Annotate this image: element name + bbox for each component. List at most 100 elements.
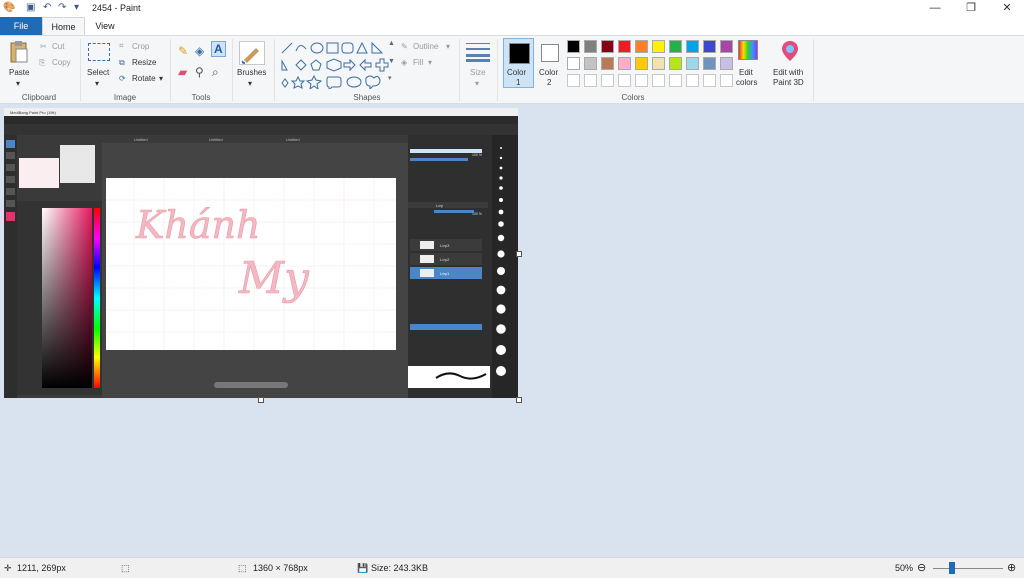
palette-swatch-empty[interactable] (567, 74, 580, 87)
brushes-dropdown-icon[interactable]: ▾ (248, 79, 252, 88)
palette-swatch[interactable] (703, 40, 716, 53)
size-button[interactable]: Size (470, 68, 486, 77)
palette-swatch[interactable] (635, 57, 648, 70)
fill-button[interactable]: Fill (413, 58, 423, 67)
outline-dropdown-icon[interactable]: ▾ (446, 42, 450, 51)
paste-icon[interactable] (9, 40, 29, 64)
palette-swatch[interactable] (652, 57, 665, 70)
customize-quick-access-icon[interactable]: ▾ (74, 2, 79, 14)
rotate-dropdown-icon[interactable]: ▾ (159, 74, 163, 83)
select-dropdown-icon[interactable]: ▾ (95, 79, 99, 88)
fill-bucket-icon[interactable]: ◈ (195, 44, 204, 58)
select-button[interactable]: Select (87, 68, 109, 77)
palette-swatch-empty[interactable] (686, 74, 699, 87)
palette-swatch[interactable] (669, 57, 682, 70)
palette-swatch[interactable] (567, 57, 580, 70)
palette-swatch-empty[interactable] (584, 74, 597, 87)
magnifier-icon[interactable]: ⌕ (212, 65, 219, 80)
minimize-button[interactable]: — (918, 0, 952, 17)
palette-swatch-empty[interactable] (720, 74, 733, 87)
palette-swatch[interactable] (669, 40, 682, 53)
maximize-button[interactable]: ❐ (954, 0, 988, 17)
palette-swatch[interactable] (686, 57, 699, 70)
tab-view[interactable]: View (85, 17, 125, 35)
save-icon[interactable]: ▣ (26, 2, 35, 14)
doc-tab-2: Untitled (209, 137, 223, 142)
zoom-slider[interactable] (933, 568, 1003, 569)
outline-icon[interactable]: ✎ (401, 42, 408, 51)
palette-swatch[interactable] (652, 40, 665, 53)
paint3d-icon[interactable] (780, 40, 800, 62)
zoom-in-button[interactable]: ⊕ (1007, 561, 1016, 574)
fill-icon[interactable]: ◈ (401, 58, 407, 67)
image-dimensions: 1360 × 768px (253, 563, 308, 573)
edit-colors-icon[interactable] (738, 40, 758, 60)
palette-swatch-empty[interactable] (601, 74, 614, 87)
resize-icon[interactable]: ⧉ (119, 58, 125, 68)
palette-swatch[interactable] (720, 57, 733, 70)
brushes-icon[interactable] (239, 41, 265, 65)
palette-swatch[interactable] (601, 40, 614, 53)
palette-swatch[interactable] (635, 40, 648, 53)
fill-dropdown-icon[interactable]: ▾ (428, 58, 432, 67)
palette-swatch[interactable] (584, 57, 597, 70)
text-icon[interactable]: A (211, 41, 226, 57)
edit-colors-button[interactable]: Edit (739, 68, 753, 77)
palette-swatch-empty[interactable] (669, 74, 682, 87)
palette-swatch[interactable] (703, 57, 716, 70)
rotate-icon[interactable]: ⟳ (119, 74, 126, 83)
paste-button[interactable]: Paste (9, 68, 29, 77)
copy-button[interactable]: Copy (52, 58, 71, 67)
outline-button[interactable]: Outline (413, 42, 438, 51)
size-icon[interactable] (466, 42, 490, 62)
cut-button[interactable]: Cut (52, 42, 64, 51)
shapes-more-icon[interactable]: ▾ (388, 74, 392, 82)
select-icon[interactable] (88, 43, 110, 61)
palette-swatch[interactable] (601, 57, 614, 70)
palette-swatch[interactable] (720, 40, 733, 53)
tools-group-label: Tools (191, 93, 211, 102)
size-dropdown-icon[interactable]: ▾ (475, 79, 479, 88)
close-button[interactable]: ✕ (990, 0, 1024, 17)
undo-icon[interactable]: ↶ (43, 2, 51, 14)
shapes-gallery[interactable] (280, 41, 390, 92)
cursor-position: 1211, 269px (17, 563, 66, 573)
zoom-out-button[interactable]: ⊖ (917, 561, 926, 574)
palette-swatch-empty[interactable] (652, 74, 665, 87)
file-size: Size: 243.3KB (371, 563, 429, 573)
palette-swatch[interactable] (618, 40, 631, 53)
resize-handle-bottom[interactable] (258, 397, 264, 403)
paste-dropdown-icon[interactable]: ▾ (16, 79, 20, 88)
eraser-icon[interactable]: ▰ (178, 65, 187, 79)
brushes-button[interactable]: Brushes (237, 68, 266, 77)
canvas-text-my: My (238, 253, 310, 304)
color-picker-icon[interactable]: ⚲ (195, 65, 204, 79)
resize-handle-corner[interactable] (516, 397, 522, 403)
palette-swatch[interactable] (618, 57, 631, 70)
crop-icon[interactable]: ⌗ (119, 41, 124, 51)
canvas-image[interactable]: MediBang Paint Pro (19it) Untitled Untit… (4, 108, 518, 398)
resize-handle-right[interactable] (516, 251, 522, 257)
palette-swatch[interactable] (567, 40, 580, 53)
cut-icon[interactable]: ✂ (40, 42, 47, 51)
redo-icon[interactable]: ↷ (58, 2, 66, 14)
palette-swatch-empty[interactable] (635, 74, 648, 87)
crop-button[interactable]: Crop (132, 42, 149, 51)
edit-colors-label2: colors (736, 78, 758, 87)
tab-home[interactable]: Home (42, 17, 85, 35)
pencil-icon[interactable]: ✎ (178, 44, 188, 58)
tab-file[interactable]: File (0, 17, 42, 35)
resize-button[interactable]: Resize (132, 58, 156, 67)
palette-swatch[interactable] (686, 40, 699, 53)
palette-swatch-empty[interactable] (618, 74, 631, 87)
ribbon-tabs: File Home View (0, 17, 1024, 35)
copy-icon[interactable]: ⎘ (39, 58, 45, 68)
palette-swatch[interactable] (584, 40, 597, 53)
color2-button[interactable] (541, 44, 559, 62)
shapes-scroll-down-icon[interactable]: ▼ (388, 58, 395, 65)
paint3d-button[interactable]: Edit with (773, 68, 803, 77)
palette-swatch-empty[interactable] (703, 74, 716, 87)
zoom-slider-thumb[interactable] (949, 562, 955, 574)
shapes-scroll-up-icon[interactable]: ▲ (388, 40, 395, 47)
rotate-button[interactable]: Rotate (132, 74, 156, 83)
